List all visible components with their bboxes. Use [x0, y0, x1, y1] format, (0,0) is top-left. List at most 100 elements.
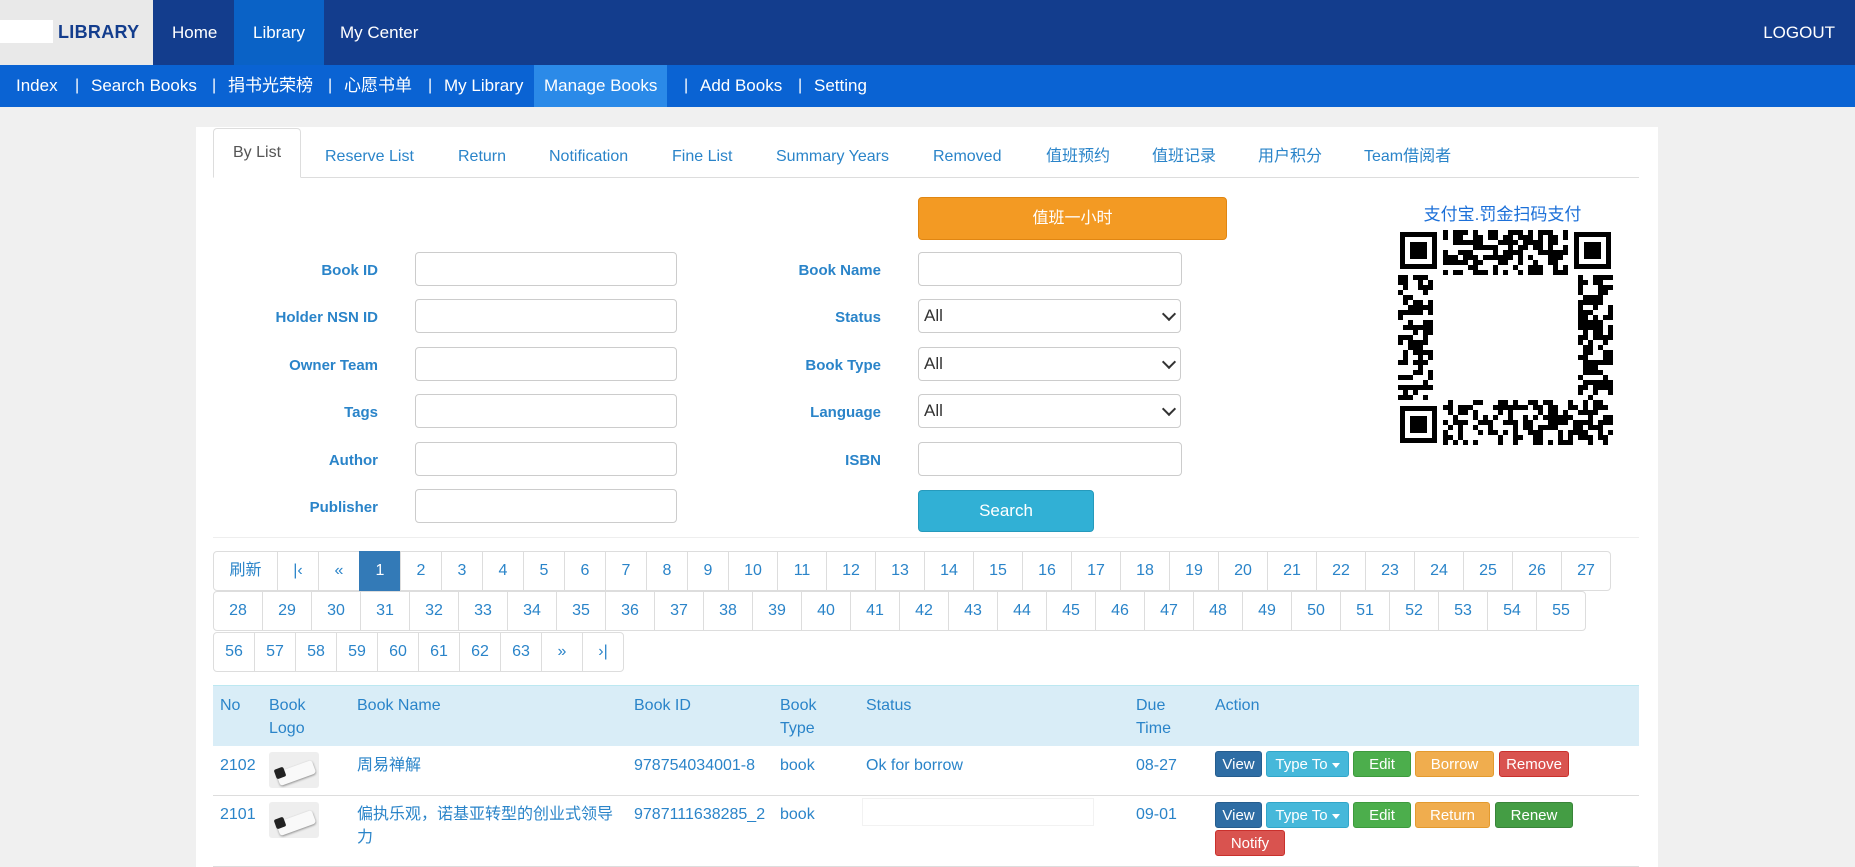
page-button[interactable]: 30: [311, 591, 361, 631]
tab-duty-reservation[interactable]: 值班预约: [1046, 138, 1110, 176]
holder-nsn-id-input[interactable]: [415, 299, 677, 333]
page-button[interactable]: 4: [482, 551, 524, 591]
page-button[interactable]: 57: [254, 632, 296, 672]
logout-link[interactable]: LOGOUT: [1763, 0, 1835, 65]
page-button[interactable]: 9: [687, 551, 729, 591]
page-button[interactable]: 50: [1291, 591, 1341, 631]
tab-return[interactable]: Return: [458, 138, 506, 176]
page-button[interactable]: 47: [1144, 591, 1194, 631]
page-button[interactable]: 41: [850, 591, 900, 631]
page-button[interactable]: 38: [703, 591, 753, 631]
page-button[interactable]: 43: [948, 591, 998, 631]
owner-team-input[interactable]: [415, 347, 677, 381]
tab-team-borrower[interactable]: Team借阅者: [1364, 138, 1451, 176]
page-button[interactable]: 59: [336, 632, 378, 672]
page-button[interactable]: 5: [523, 551, 565, 591]
subnav-index[interactable]: Index: [16, 65, 58, 107]
view-button[interactable]: View: [1215, 802, 1262, 828]
page-button[interactable]: 3: [441, 551, 483, 591]
page-button[interactable]: 7: [605, 551, 647, 591]
page-button[interactable]: 40: [801, 591, 851, 631]
search-button[interactable]: Search: [918, 490, 1094, 532]
page-button[interactable]: 12: [826, 551, 876, 591]
page-button[interactable]: 27: [1561, 551, 1611, 591]
tab-user-points[interactable]: 用户积分: [1258, 138, 1322, 176]
borrow-button[interactable]: Borrow: [1415, 751, 1494, 777]
page-button[interactable]: 52: [1389, 591, 1439, 631]
page-button[interactable]: 54: [1487, 591, 1537, 631]
page-button[interactable]: 26: [1512, 551, 1562, 591]
subnav-manage-books[interactable]: Manage Books: [534, 65, 668, 107]
status-select[interactable]: All: [918, 299, 1181, 333]
subnav-setting[interactable]: Setting: [814, 65, 867, 107]
type-to-dropdown[interactable]: Type To: [1266, 751, 1349, 777]
refresh-button[interactable]: 刷新: [213, 551, 278, 591]
page-button[interactable]: 53: [1438, 591, 1488, 631]
page-button[interactable]: 28: [213, 591, 263, 631]
book-id-input[interactable]: [415, 252, 677, 286]
page-button[interactable]: 62: [459, 632, 501, 672]
book-name-link[interactable]: 周易禅解: [357, 754, 421, 777]
tab-notification[interactable]: Notification: [549, 138, 628, 176]
page-button[interactable]: 20: [1218, 551, 1268, 591]
nav-library[interactable]: Library: [234, 0, 324, 65]
page-button[interactable]: 8: [646, 551, 688, 591]
page-button[interactable]: 44: [997, 591, 1047, 631]
return-button[interactable]: Return: [1415, 802, 1490, 828]
type-to-dropdown[interactable]: Type To: [1266, 802, 1349, 828]
page-button[interactable]: 2: [400, 551, 442, 591]
page-button[interactable]: 61: [418, 632, 460, 672]
page-button[interactable]: 29: [262, 591, 312, 631]
page-button[interactable]: 10: [728, 551, 778, 591]
page-button[interactable]: 17: [1071, 551, 1121, 591]
page-button[interactable]: 45: [1046, 591, 1096, 631]
subnav-search-books[interactable]: Search Books: [91, 65, 197, 107]
page-button[interactable]: 42: [899, 591, 949, 631]
page-button[interactable]: 33: [458, 591, 508, 631]
page-button[interactable]: 32: [409, 591, 459, 631]
page-button[interactable]: 56: [213, 632, 255, 672]
page-button[interactable]: 6: [564, 551, 606, 591]
page-button[interactable]: 18: [1120, 551, 1170, 591]
isbn-input[interactable]: [918, 442, 1182, 476]
page-button[interactable]: 14: [924, 551, 974, 591]
page-button[interactable]: 46: [1095, 591, 1145, 631]
tab-duty-record[interactable]: 值班记录: [1152, 138, 1216, 176]
page-button[interactable]: 11: [777, 551, 827, 591]
tab-summary-years[interactable]: Summary Years: [776, 138, 889, 176]
page-button[interactable]: 1: [359, 551, 401, 591]
page-button[interactable]: 39: [752, 591, 802, 631]
book-type-select[interactable]: All: [918, 347, 1181, 381]
page-button[interactable]: 63: [500, 632, 542, 672]
book-name-input[interactable]: [918, 252, 1182, 286]
page-button[interactable]: 21: [1267, 551, 1317, 591]
brand[interactable]: LIBRARY: [0, 0, 153, 65]
edit-button[interactable]: Edit: [1353, 802, 1411, 828]
page-button[interactable]: 19: [1169, 551, 1219, 591]
publisher-input[interactable]: [415, 489, 677, 523]
prev-page-button[interactable]: «: [318, 551, 360, 591]
subnav-add-books[interactable]: Add Books: [700, 65, 782, 107]
first-page-button[interactable]: |‹: [277, 551, 319, 591]
next-page-button[interactable]: »: [541, 632, 583, 672]
page-button[interactable]: 25: [1463, 551, 1513, 591]
tab-removed[interactable]: Removed: [933, 138, 1001, 176]
book-name-link[interactable]: 偏执乐观，诺基亚转型的创业式领导力: [357, 803, 622, 849]
book-cover-thumbnail[interactable]: [269, 752, 319, 788]
page-button[interactable]: 58: [295, 632, 337, 672]
page-button[interactable]: 37: [654, 591, 704, 631]
page-button[interactable]: 36: [605, 591, 655, 631]
page-button[interactable]: 31: [360, 591, 410, 631]
author-input[interactable]: [415, 442, 677, 476]
notify-button[interactable]: Notify: [1215, 830, 1285, 856]
tab-by-list[interactable]: By List: [213, 128, 302, 178]
book-cover-thumbnail[interactable]: [269, 802, 319, 838]
page-button[interactable]: 22: [1316, 551, 1366, 591]
tab-reserve-list[interactable]: Reserve List: [325, 138, 414, 176]
nav-home[interactable]: Home: [153, 0, 236, 65]
edit-button[interactable]: Edit: [1353, 751, 1411, 777]
nav-my-center[interactable]: My Center: [321, 0, 437, 65]
subnav-my-library[interactable]: My Library: [444, 65, 523, 107]
subnav-wishlist[interactable]: 心愿书单: [344, 65, 412, 107]
duty-one-hour-button[interactable]: 值班一小时: [918, 197, 1227, 240]
